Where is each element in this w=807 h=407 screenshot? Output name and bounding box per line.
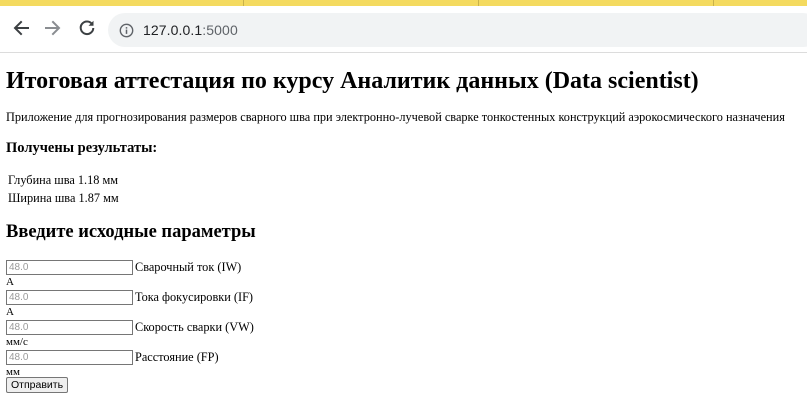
address-url[interactable]: 127.0.0.1:5000 — [143, 22, 238, 38]
submit-button[interactable]: Отправить — [6, 377, 69, 393]
reload-icon — [79, 20, 95, 36]
url-port: :5000 — [202, 22, 238, 38]
field-focus-current: Тока фокусировки (IF) А — [6, 288, 386, 318]
field-welding-current: Сварочный ток (IW) А — [6, 258, 386, 288]
result-depth: Глубина шва 1.18 мм — [8, 173, 119, 187]
page-title: Итоговая аттестация по курсу Аналитик да… — [6, 68, 699, 94]
focus-current-label: Тока фокусировки (IF) — [135, 289, 254, 304]
page-subtitle: Приложение для прогнозирования размеров … — [6, 110, 785, 124]
field-welding-speed: Скорость сварки (VW) мм/с — [6, 318, 386, 348]
url-host: 127.0.0.1 — [143, 22, 203, 38]
distance-label: Расстояние (FP) — [135, 349, 219, 364]
browser-toolbar: 127.0.0.1:5000 — [0, 6, 807, 53]
results-heading: Получены результаты: — [6, 140, 158, 156]
welding-current-unit: А — [6, 276, 14, 288]
page-content: Итоговая аттестация по курсу Аналитик да… — [0, 53, 807, 407]
arrow-left-icon — [13, 20, 29, 36]
welding-current-label: Сварочный ток (IW) — [135, 259, 242, 274]
back-button[interactable] — [9, 16, 33, 40]
focus-current-unit: А — [6, 306, 14, 318]
address-bar[interactable]: 127.0.0.1:5000 — [108, 13, 807, 47]
result-width: Ширина шва 1.87 мм — [8, 191, 119, 205]
arrow-right-icon — [45, 20, 61, 36]
distance-input[interactable] — [6, 349, 133, 365]
welding-speed-label: Скорость сварки (VW) — [135, 319, 254, 334]
welding-speed-unit: мм/с — [6, 336, 28, 348]
welding-current-input[interactable] — [6, 259, 133, 275]
focus-current-input[interactable] — [6, 289, 133, 305]
params-heading: Введите исходные параметры — [6, 222, 256, 242]
field-distance: Расстояние (FP) мм — [6, 348, 386, 378]
reload-button[interactable] — [75, 16, 99, 40]
welding-speed-input[interactable] — [6, 319, 133, 335]
info-icon[interactable] — [118, 22, 134, 38]
forward-button[interactable] — [41, 16, 65, 40]
